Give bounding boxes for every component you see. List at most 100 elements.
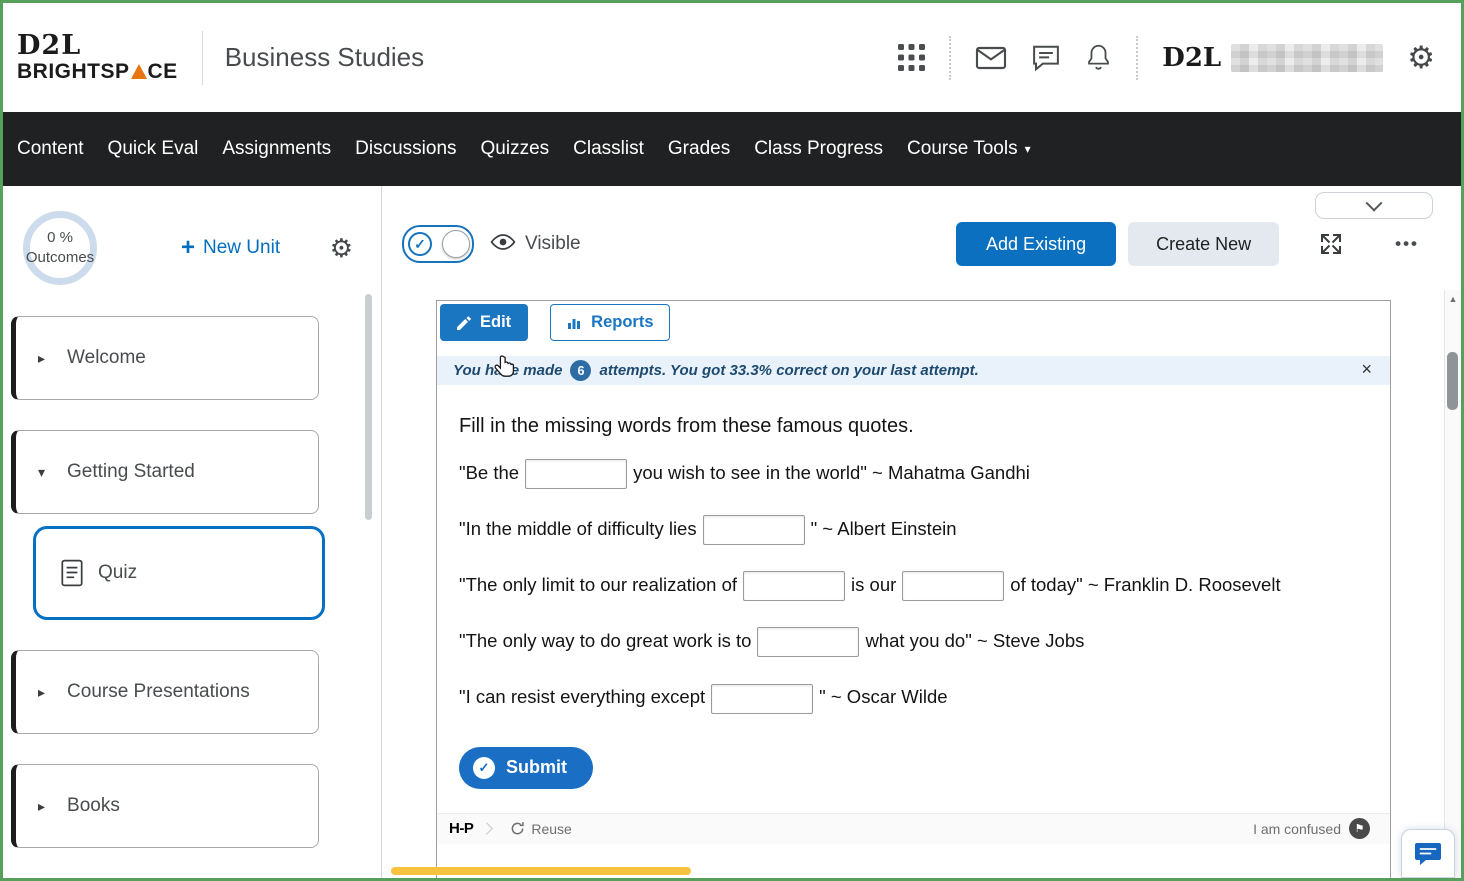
nav-item-course-tools[interactable]: Course Tools ▾: [895, 138, 1043, 160]
nav-item-class-progress[interactable]: Class Progress: [742, 138, 895, 160]
nav-item-classlist[interactable]: Classlist: [561, 138, 656, 160]
quiz-title: Fill in the missing words from these fam…: [459, 415, 1368, 438]
submit-label: Submit: [506, 757, 567, 778]
brightspace-logo: D2L BRIGHTSP CE: [17, 32, 178, 82]
answer-blank-input[interactable]: [743, 571, 845, 601]
quiz-body: Fill in the missing words from these fam…: [437, 385, 1390, 813]
unit-list: ▸ Welcome ▾ Getting Started Quiz ▸ Cou: [3, 296, 381, 848]
brightspace-text-right: CE: [148, 61, 178, 83]
unit-card-getting-started[interactable]: ▾ Getting Started: [11, 430, 319, 514]
answer-blank-input[interactable]: [525, 459, 627, 489]
quiz-question: "The only limit to our realization of is …: [459, 570, 1368, 601]
vertical-scrollbar[interactable]: ▲: [1444, 290, 1461, 878]
unit-card-course-presentations[interactable]: ▸ Course Presentations: [11, 650, 319, 734]
caret-right-icon: ▸: [38, 351, 45, 365]
add-existing-button[interactable]: Add Existing: [956, 222, 1116, 266]
new-unit-label: New Unit: [203, 237, 280, 259]
new-unit-button[interactable]: + New Unit: [175, 235, 286, 261]
answer-blank-input[interactable]: [902, 571, 1004, 601]
flag-icon: ⚑: [1349, 818, 1370, 839]
check-circle-icon: ✓: [473, 757, 495, 779]
collapse-panel-button[interactable]: [1315, 192, 1433, 219]
h5p-footer-bar: H-P Reuse I am confused ⚑: [437, 813, 1390, 844]
vertical-scrollbar-thumb[interactable]: [1447, 352, 1458, 410]
sidebar-gear-icon[interactable]: ⚙: [330, 235, 353, 261]
account-area[interactable]: D2L: [1162, 43, 1383, 73]
header-divider: [202, 31, 203, 85]
nav-label: Quick Eval: [108, 138, 199, 160]
question-text: "In the middle of difficulty lies: [459, 518, 697, 539]
answer-blank-input[interactable]: [711, 684, 813, 714]
horizontal-scrollbar-thumb[interactable]: [391, 867, 691, 875]
question-text: "The only limit to our realization of: [459, 574, 737, 595]
question-text: "Be the: [459, 462, 519, 483]
sidebar-scrollbar-thumb[interactable]: [365, 294, 372, 520]
outcomes-label: Outcomes: [26, 248, 94, 268]
question-text: of today" ~ Franklin D. Roosevelt: [1010, 574, 1280, 595]
quiz-question: "I can resist everything except" ~ Oscar…: [459, 682, 1368, 713]
submit-button[interactable]: ✓ Submit: [459, 747, 593, 789]
course-navbar: Content Quick Eval Assignments Discussio…: [3, 112, 1461, 186]
nav-item-quizzes[interactable]: Quizzes: [469, 138, 562, 160]
unit-card-quiz-selected[interactable]: Quiz: [33, 526, 325, 620]
reports-label: Reports: [591, 313, 653, 332]
nav-item-content[interactable]: Content: [5, 138, 96, 160]
reuse-button[interactable]: Reuse: [504, 820, 577, 838]
chevron-down-icon: ▾: [1025, 143, 1031, 155]
brightspace-text-left: BRIGHTSP: [17, 61, 130, 83]
header-dotted-divider: [949, 36, 951, 80]
nav-item-assignments[interactable]: Assignments: [210, 138, 343, 160]
account-org-logo: D2L: [1162, 43, 1221, 73]
plus-icon: +: [181, 236, 195, 260]
bell-icon[interactable]: [1085, 43, 1112, 72]
unit-label: Books: [67, 795, 120, 817]
chat-icon[interactable]: [1031, 44, 1061, 72]
user-name-redacted: [1231, 44, 1383, 72]
question-text: " ~ Oscar Wilde: [819, 686, 947, 707]
close-icon[interactable]: ×: [1355, 359, 1378, 379]
units-sidebar: 0 % Outcomes + New Unit ⚙ ▸ Welcome ▾: [3, 186, 382, 878]
quiz-question: "In the middle of difficulty lies" ~ Alb…: [459, 514, 1368, 545]
outcomes-progress-ring: 0 % Outcomes: [23, 211, 97, 285]
more-options-icon[interactable]: •••: [1389, 233, 1425, 255]
confused-label: I am confused: [1253, 821, 1341, 837]
reuse-icon: [510, 821, 525, 836]
fullscreen-expand-icon[interactable]: [1319, 232, 1343, 256]
question-text: is our: [851, 574, 896, 595]
unit-card-welcome[interactable]: ▸ Welcome: [11, 316, 319, 400]
visibility-toggle[interactable]: ✓: [402, 225, 474, 263]
nav-item-quick-eval[interactable]: Quick Eval: [96, 138, 211, 160]
top-header: D2L BRIGHTSP CE Business Studies: [3, 3, 1461, 112]
outcomes-percent: 0 %: [47, 228, 73, 248]
create-new-button[interactable]: Create New: [1128, 222, 1279, 266]
mail-icon[interactable]: [975, 45, 1007, 71]
eye-icon: [490, 232, 516, 257]
main-content: ✓ Visible Add Existing Create New: [382, 186, 1461, 878]
gear-glyph: ⚙: [330, 235, 353, 261]
nav-item-grades[interactable]: Grades: [656, 138, 742, 160]
nav-label: Content: [17, 138, 84, 160]
scroll-up-arrow-icon[interactable]: ▲: [1445, 290, 1461, 304]
nav-label: Course Tools: [907, 138, 1018, 160]
unit-label: Welcome: [67, 347, 146, 369]
content-toolbar: ✓ Visible Add Existing Create New: [402, 222, 1425, 266]
answer-blank-input[interactable]: [757, 627, 859, 657]
answer-blank-input[interactable]: [703, 515, 805, 545]
edit-button[interactable]: Edit: [440, 304, 528, 341]
settings-gear-icon[interactable]: ⚙: [1407, 42, 1435, 73]
caret-down-icon: ▾: [38, 465, 45, 479]
chat-widget-button[interactable]: [1401, 829, 1455, 878]
chart-icon: [566, 315, 582, 331]
waffle-menu-icon[interactable]: [898, 44, 925, 71]
reports-button[interactable]: Reports: [550, 304, 669, 341]
nav-item-discussions[interactable]: Discussions: [343, 138, 468, 160]
header-actions: D2L ⚙: [898, 36, 1435, 80]
sidebar-header: 0 % Outcomes + New Unit ⚙: [3, 186, 381, 296]
unit-card-books[interactable]: ▸ Books: [11, 764, 319, 848]
nav-label: Discussions: [355, 138, 456, 160]
nav-label: Quizzes: [481, 138, 550, 160]
d2l-logo-text: D2L: [17, 32, 178, 60]
confused-button[interactable]: I am confused ⚑: [1247, 817, 1376, 840]
edit-label: Edit: [480, 313, 511, 332]
chevron-down-icon: [1366, 194, 1383, 211]
